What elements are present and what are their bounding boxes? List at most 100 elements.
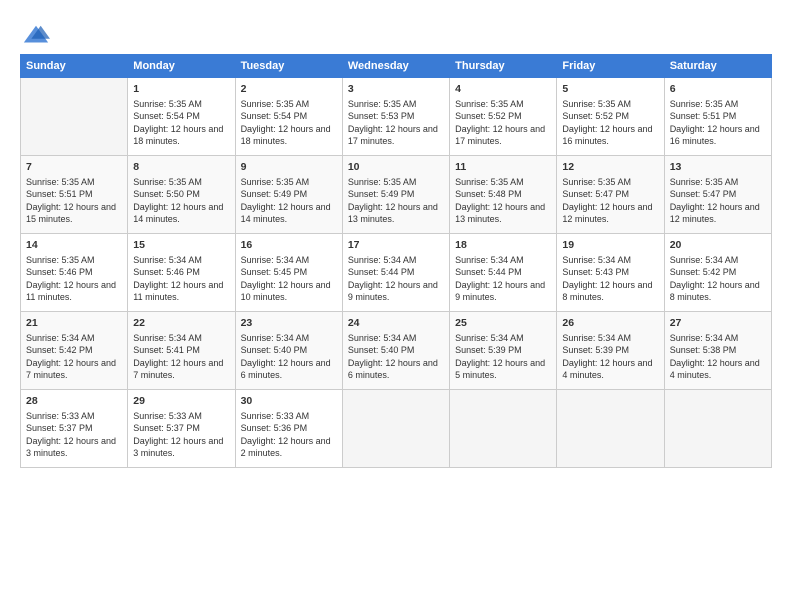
cell-info: Sunset: 5:41 PM bbox=[133, 344, 229, 357]
calendar-cell: 19Sunrise: 5:34 AMSunset: 5:43 PMDayligh… bbox=[557, 234, 664, 312]
cell-info: Sunrise: 5:34 AM bbox=[455, 254, 551, 267]
calendar-cell: 23Sunrise: 5:34 AMSunset: 5:40 PMDayligh… bbox=[235, 312, 342, 390]
calendar-cell: 29Sunrise: 5:33 AMSunset: 5:37 PMDayligh… bbox=[128, 390, 235, 468]
cell-info: Sunset: 5:48 PM bbox=[455, 188, 551, 201]
cell-info: Sunset: 5:51 PM bbox=[26, 188, 122, 201]
day-number: 4 bbox=[455, 82, 551, 97]
cell-info: Sunset: 5:52 PM bbox=[455, 110, 551, 123]
cell-info: Sunrise: 5:34 AM bbox=[241, 332, 337, 345]
cell-info: Daylight: 12 hours and 12 minutes. bbox=[670, 201, 766, 226]
cell-info: Sunrise: 5:35 AM bbox=[26, 254, 122, 267]
day-number: 13 bbox=[670, 160, 766, 175]
day-number: 8 bbox=[133, 160, 229, 175]
cell-info: Daylight: 12 hours and 16 minutes. bbox=[670, 123, 766, 148]
calendar-cell: 22Sunrise: 5:34 AMSunset: 5:41 PMDayligh… bbox=[128, 312, 235, 390]
day-number: 19 bbox=[562, 238, 658, 253]
weekday-header-sunday: Sunday bbox=[21, 55, 128, 78]
calendar-cell: 7Sunrise: 5:35 AMSunset: 5:51 PMDaylight… bbox=[21, 156, 128, 234]
calendar-cell: 20Sunrise: 5:34 AMSunset: 5:42 PMDayligh… bbox=[664, 234, 771, 312]
day-number: 28 bbox=[26, 394, 122, 409]
calendar-cell: 17Sunrise: 5:34 AMSunset: 5:44 PMDayligh… bbox=[342, 234, 449, 312]
cell-info: Daylight: 12 hours and 14 minutes. bbox=[241, 201, 337, 226]
cell-info: Sunset: 5:52 PM bbox=[562, 110, 658, 123]
cell-info: Sunrise: 5:35 AM bbox=[133, 176, 229, 189]
calendar-cell: 11Sunrise: 5:35 AMSunset: 5:48 PMDayligh… bbox=[450, 156, 557, 234]
cell-info: Daylight: 12 hours and 7 minutes. bbox=[133, 357, 229, 382]
cell-info: Sunset: 5:47 PM bbox=[670, 188, 766, 201]
calendar-table: SundayMondayTuesdayWednesdayThursdayFrid… bbox=[20, 54, 772, 468]
cell-info: Sunset: 5:44 PM bbox=[348, 266, 444, 279]
day-number: 20 bbox=[670, 238, 766, 253]
cell-info: Sunset: 5:40 PM bbox=[241, 344, 337, 357]
cell-info: Sunrise: 5:34 AM bbox=[133, 254, 229, 267]
cell-info: Sunset: 5:36 PM bbox=[241, 422, 337, 435]
cell-info: Sunset: 5:43 PM bbox=[562, 266, 658, 279]
page-container: SundayMondayTuesdayWednesdayThursdayFrid… bbox=[0, 0, 792, 478]
cell-info: Sunrise: 5:35 AM bbox=[241, 176, 337, 189]
calendar-cell: 2Sunrise: 5:35 AMSunset: 5:54 PMDaylight… bbox=[235, 78, 342, 156]
calendar-cell bbox=[21, 78, 128, 156]
cell-info: Daylight: 12 hours and 6 minutes. bbox=[241, 357, 337, 382]
calendar-cell: 16Sunrise: 5:34 AMSunset: 5:45 PMDayligh… bbox=[235, 234, 342, 312]
cell-info: Sunset: 5:46 PM bbox=[26, 266, 122, 279]
cell-info: Daylight: 12 hours and 8 minutes. bbox=[562, 279, 658, 304]
day-number: 29 bbox=[133, 394, 229, 409]
cell-info: Sunrise: 5:35 AM bbox=[348, 176, 444, 189]
calendar-week-1: 1Sunrise: 5:35 AMSunset: 5:54 PMDaylight… bbox=[21, 78, 772, 156]
day-number: 2 bbox=[241, 82, 337, 97]
day-number: 6 bbox=[670, 82, 766, 97]
cell-info: Sunrise: 5:35 AM bbox=[133, 98, 229, 111]
cell-info: Sunrise: 5:35 AM bbox=[241, 98, 337, 111]
cell-info: Daylight: 12 hours and 2 minutes. bbox=[241, 435, 337, 460]
cell-info: Sunset: 5:49 PM bbox=[348, 188, 444, 201]
logo-icon bbox=[22, 22, 50, 50]
calendar-week-2: 7Sunrise: 5:35 AMSunset: 5:51 PMDaylight… bbox=[21, 156, 772, 234]
calendar-cell: 28Sunrise: 5:33 AMSunset: 5:37 PMDayligh… bbox=[21, 390, 128, 468]
cell-info: Sunset: 5:42 PM bbox=[670, 266, 766, 279]
cell-info: Daylight: 12 hours and 4 minutes. bbox=[670, 357, 766, 382]
calendar-cell bbox=[450, 390, 557, 468]
cell-info: Daylight: 12 hours and 11 minutes. bbox=[26, 279, 122, 304]
day-number: 3 bbox=[348, 82, 444, 97]
cell-info: Sunrise: 5:34 AM bbox=[348, 332, 444, 345]
cell-info: Sunrise: 5:35 AM bbox=[670, 176, 766, 189]
cell-info: Sunrise: 5:34 AM bbox=[455, 332, 551, 345]
cell-info: Daylight: 12 hours and 13 minutes. bbox=[348, 201, 444, 226]
calendar-cell: 14Sunrise: 5:35 AMSunset: 5:46 PMDayligh… bbox=[21, 234, 128, 312]
cell-info: Sunrise: 5:35 AM bbox=[562, 98, 658, 111]
weekday-header-thursday: Thursday bbox=[450, 55, 557, 78]
cell-info: Sunrise: 5:33 AM bbox=[133, 410, 229, 423]
calendar-cell: 18Sunrise: 5:34 AMSunset: 5:44 PMDayligh… bbox=[450, 234, 557, 312]
cell-info: Sunset: 5:54 PM bbox=[241, 110, 337, 123]
logo bbox=[20, 22, 50, 50]
day-number: 17 bbox=[348, 238, 444, 253]
cell-info: Sunrise: 5:34 AM bbox=[670, 332, 766, 345]
day-number: 14 bbox=[26, 238, 122, 253]
cell-info: Daylight: 12 hours and 15 minutes. bbox=[26, 201, 122, 226]
cell-info: Daylight: 12 hours and 9 minutes. bbox=[455, 279, 551, 304]
cell-info: Sunrise: 5:35 AM bbox=[455, 176, 551, 189]
weekday-header-wednesday: Wednesday bbox=[342, 55, 449, 78]
calendar-cell: 26Sunrise: 5:34 AMSunset: 5:39 PMDayligh… bbox=[557, 312, 664, 390]
cell-info: Sunset: 5:54 PM bbox=[133, 110, 229, 123]
calendar-cell: 25Sunrise: 5:34 AMSunset: 5:39 PMDayligh… bbox=[450, 312, 557, 390]
cell-info: Daylight: 12 hours and 17 minutes. bbox=[348, 123, 444, 148]
cell-info: Sunrise: 5:35 AM bbox=[562, 176, 658, 189]
cell-info: Sunrise: 5:34 AM bbox=[133, 332, 229, 345]
weekday-header-tuesday: Tuesday bbox=[235, 55, 342, 78]
cell-info: Daylight: 12 hours and 10 minutes. bbox=[241, 279, 337, 304]
calendar-cell: 13Sunrise: 5:35 AMSunset: 5:47 PMDayligh… bbox=[664, 156, 771, 234]
calendar-cell: 8Sunrise: 5:35 AMSunset: 5:50 PMDaylight… bbox=[128, 156, 235, 234]
header bbox=[20, 18, 772, 50]
day-number: 7 bbox=[26, 160, 122, 175]
cell-info: Sunrise: 5:34 AM bbox=[562, 254, 658, 267]
day-number: 9 bbox=[241, 160, 337, 175]
cell-info: Daylight: 12 hours and 17 minutes. bbox=[455, 123, 551, 148]
day-number: 5 bbox=[562, 82, 658, 97]
day-number: 21 bbox=[26, 316, 122, 331]
day-number: 12 bbox=[562, 160, 658, 175]
cell-info: Daylight: 12 hours and 12 minutes. bbox=[562, 201, 658, 226]
weekday-header-saturday: Saturday bbox=[664, 55, 771, 78]
weekday-header-row: SundayMondayTuesdayWednesdayThursdayFrid… bbox=[21, 55, 772, 78]
calendar-cell: 27Sunrise: 5:34 AMSunset: 5:38 PMDayligh… bbox=[664, 312, 771, 390]
